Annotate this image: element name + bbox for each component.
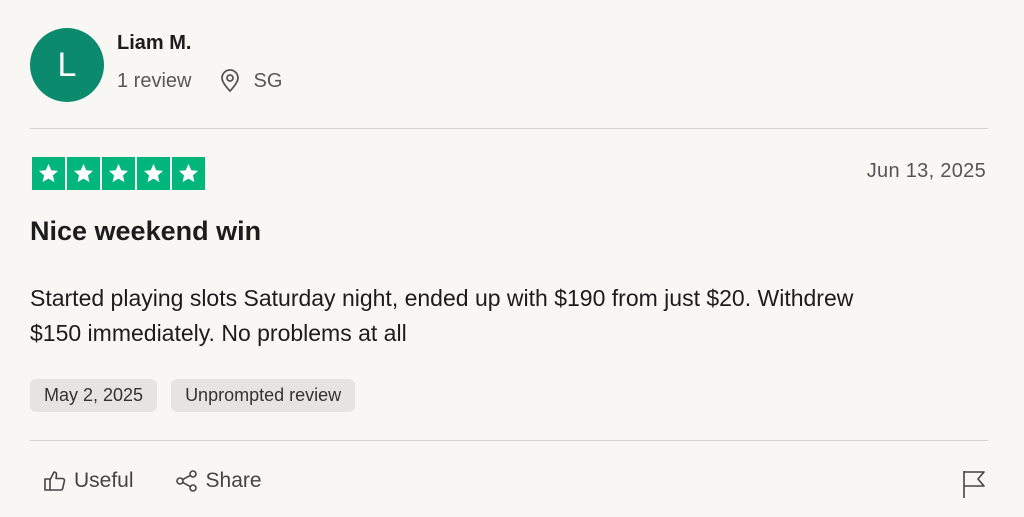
star-icon bbox=[137, 157, 170, 190]
divider bbox=[30, 128, 988, 129]
share-button[interactable]: Share bbox=[174, 468, 262, 494]
star-icon bbox=[32, 157, 65, 190]
star-icon bbox=[67, 157, 100, 190]
location-pin-icon bbox=[219, 69, 241, 93]
unprompted-review-badge: Unprompted review bbox=[171, 379, 356, 412]
useful-button[interactable]: Useful bbox=[42, 468, 134, 494]
report-button[interactable] bbox=[960, 469, 988, 499]
star-icon bbox=[102, 157, 135, 190]
experience-date-badge: May 2, 2025 bbox=[30, 379, 158, 412]
review-tags: May 2, 2025 Unprompted review bbox=[30, 379, 356, 412]
reviewer-country: SG bbox=[253, 69, 283, 92]
review-count: 1 review bbox=[117, 69, 192, 92]
review-title: Nice weekend win bbox=[30, 216, 262, 246]
star-rating bbox=[32, 157, 205, 190]
review-actions: Useful Share bbox=[42, 468, 302, 494]
review-body: Started playing slots Saturday night, en… bbox=[30, 285, 854, 346]
divider bbox=[30, 440, 988, 441]
review-card: L Liam M. 1 review SG Jun 13, 2025 Nice … bbox=[0, 0, 1024, 517]
useful-label: Useful bbox=[74, 469, 134, 492]
share-label: Share bbox=[205, 469, 262, 492]
avatar[interactable]: L bbox=[30, 28, 104, 102]
share-icon bbox=[174, 468, 200, 494]
reviewer-name[interactable]: Liam M. bbox=[117, 32, 191, 55]
flag-icon bbox=[960, 469, 988, 499]
reviewer-meta: 1 review SG bbox=[117, 68, 282, 94]
thumbs-up-icon bbox=[42, 468, 68, 494]
review-date: Jun 13, 2025 bbox=[866, 160, 986, 182]
star-icon bbox=[172, 157, 205, 190]
